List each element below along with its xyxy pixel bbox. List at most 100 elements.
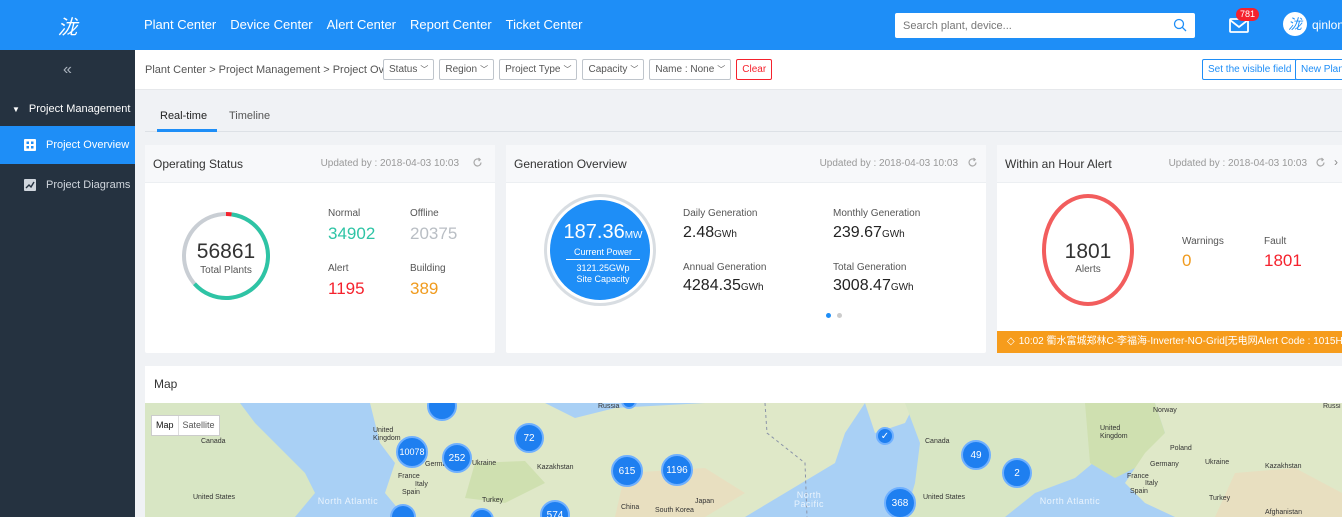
chart-icon (24, 179, 36, 191)
sidebar-item-project-diagrams[interactable]: Project Diagrams (0, 166, 135, 204)
ocean-label: North Atlantic (1039, 496, 1101, 506)
tab-timeline[interactable]: Timeline (229, 110, 270, 122)
filter-name[interactable]: Name : None ﹀ (649, 59, 732, 80)
view-tabs: Real-time Timeline (145, 100, 1342, 132)
card-title: Operating Status (153, 157, 244, 171)
map-cluster-marker[interactable]: 2 (1002, 458, 1032, 488)
current-power-unit: MW (624, 230, 643, 241)
sidebar-item-label: Project Diagrams (46, 179, 131, 191)
map-cluster-marker[interactable]: 252 (442, 443, 472, 473)
filter-project-type[interactable]: Project Type ﹀ (499, 59, 578, 80)
map-cluster-marker[interactable]: 49 (961, 440, 991, 470)
map-label: Japan (695, 498, 715, 505)
map-label: Kazakhstan (537, 464, 574, 471)
card-header: Operating Status Updated by : 2018-04-03… (145, 145, 495, 183)
carousel-dot-active[interactable] (826, 313, 831, 318)
generation-overview-card: Generation Overview Updated by : 2018-04… (506, 145, 986, 353)
ocean-label: North Atlantic (317, 496, 379, 506)
grid-icon (24, 139, 36, 151)
total-plants-value: 56861 (196, 240, 256, 263)
top-nav: Plant Center Device Center Alert Center … (137, 0, 590, 50)
alert-label: Alert (328, 263, 349, 274)
filter-capacity[interactable]: Capacity ﹀ (582, 59, 645, 80)
nav-ticket-center[interactable]: Ticket Center (499, 0, 590, 50)
monthly-generation-label: Monthly Generation (833, 208, 921, 219)
filter-region[interactable]: Region ﹀ (439, 59, 495, 80)
alert-ticker-text: 10:02 衢水富城郑林C-李福海-Inverter-NO-Grid[无电网Al… (1018, 336, 1342, 347)
sidebar: « ▼ Project Management Project Overview … (0, 50, 135, 517)
refresh-icon[interactable] (472, 157, 483, 168)
refresh-icon[interactable] (967, 157, 978, 168)
active-tab-indicator (157, 129, 217, 132)
map-label: Italy (415, 481, 428, 488)
app-logo[interactable]: 泷 (0, 0, 135, 50)
filter-label: Status (389, 64, 418, 75)
user-name[interactable]: qinlong (1312, 18, 1342, 32)
current-power-value: 187.36MW (547, 221, 659, 244)
map-label: France (1127, 473, 1149, 480)
alert-ticker[interactable]: ◇ 10:02 衢水富城郑林C-李福海-Inverter-NO-Grid[无电网A… (997, 331, 1342, 353)
unit: GWh (740, 282, 764, 293)
map-label: United States (923, 494, 966, 501)
total-generation-number: 3008.47 (833, 277, 891, 294)
world-map[interactable]: Map Satellite Russia Russi Canada Canada… (145, 403, 1342, 517)
search-icon[interactable] (1173, 18, 1187, 32)
warnings-label: Warnings (1182, 236, 1224, 247)
site-capacity-label: Site Capacity (576, 274, 630, 284)
set-visible-field-button[interactable]: Set the visible field (1202, 59, 1298, 80)
fault-label: Fault (1264, 236, 1287, 247)
avatar[interactable]: 泷 (1283, 12, 1307, 36)
sidebar-item-project-overview[interactable]: Project Overview (0, 126, 135, 164)
chevron-down-icon: ﹀ (420, 65, 429, 74)
annual-generation-number: 4284.35 (683, 277, 741, 294)
map-cluster-marker[interactable]: 1196 (661, 454, 693, 486)
map-selected-marker[interactable]: ✓ (876, 427, 894, 445)
total-plants-label: Total Plants (200, 265, 252, 276)
filter-group: Status ﹀ Region ﹀ Project Type ﹀ Capacity ﹀ … (383, 59, 773, 80)
unit: GWh (881, 229, 905, 240)
carousel-dot[interactable] (837, 313, 842, 318)
card-header: Within an Hour Alert Updated by : 2018-0… (997, 145, 1342, 183)
nav-report-center[interactable]: Report Center (403, 0, 499, 50)
clear-filters-button[interactable]: Clear (736, 59, 773, 80)
nav-device-center[interactable]: Device Center (223, 0, 319, 50)
filter-bar: Plant Center > Project Management > Proj… (135, 50, 1342, 90)
chevron-right-icon[interactable]: › (1334, 155, 1338, 169)
normal-label: Normal (328, 208, 361, 219)
search-input[interactable] (895, 13, 1165, 38)
collapse-sidebar-button[interactable]: « (0, 50, 135, 90)
sidebar-group-project-management[interactable]: ▼ Project Management (0, 96, 135, 122)
offline-value: 20375 (410, 224, 458, 243)
card-title: Generation Overview (514, 157, 627, 171)
map-cluster-marker[interactable]: 10078 (396, 436, 428, 468)
fault-value: 1801 (1264, 251, 1302, 270)
updated-time: Updated by : 2018-04-03 10:03 (819, 158, 958, 169)
unit: GWh (714, 229, 737, 240)
ocean-label: North Pacific (793, 490, 824, 509)
map-label: Canada (201, 438, 226, 445)
refresh-icon[interactable] (1315, 157, 1326, 168)
satellite-view-button[interactable]: Satellite (177, 416, 219, 435)
nav-alert-center[interactable]: Alert Center (320, 0, 403, 50)
tab-real-time[interactable]: Real-time (160, 110, 207, 122)
filter-status[interactable]: Status ﹀ (383, 59, 435, 80)
caret-down-icon: ▼ (12, 104, 20, 114)
avatar-mark: 泷 (1288, 17, 1302, 33)
map-view-button[interactable]: Map (152, 416, 178, 435)
map-card: Map Map Satellite Russia Russi Canada Ca… (145, 366, 1342, 517)
chevron-down-icon: ﹀ (563, 65, 572, 74)
chevron-down-icon: ﹀ (717, 65, 726, 74)
nav-plant-center[interactable]: Plant Center (137, 0, 223, 50)
map-cluster-marker[interactable]: 615 (611, 455, 643, 487)
map-cluster-marker[interactable]: 368 (884, 487, 916, 517)
map-label: Germany (1150, 461, 1179, 468)
alerts-count: 1801 (1064, 240, 1112, 263)
current-power-label: Current Power (573, 247, 633, 257)
new-plant-button[interactable]: New Plant (1295, 59, 1342, 80)
map-label: Ukraine (472, 460, 497, 467)
map-label: United Kingdom (1100, 425, 1128, 440)
warnings-value: 0 (1182, 251, 1192, 270)
map-label: Ukraine (1205, 459, 1230, 466)
map-label: Spain (402, 489, 420, 496)
map-cluster-marker[interactable]: 72 (514, 423, 544, 453)
